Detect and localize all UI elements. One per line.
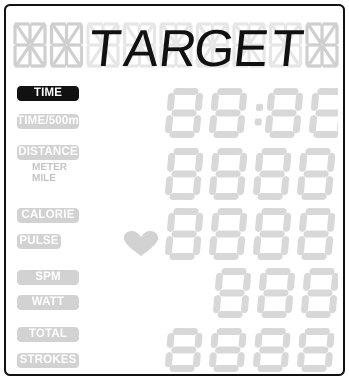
colon-dot (255, 103, 264, 111)
readout-total (165, 328, 335, 372)
label-watt: WATT (17, 295, 79, 310)
segment-digit (165, 88, 203, 138)
segment-digit (209, 208, 248, 260)
label-time: TIME (17, 86, 79, 101)
segment-digit (297, 328, 335, 372)
segment-digit (209, 328, 247, 372)
segment-digit (213, 268, 251, 318)
segment-digit (165, 148, 204, 200)
label-spm: SPM (17, 270, 79, 285)
segment-digit (253, 208, 292, 260)
title-letter: T (269, 20, 307, 74)
lcd-display: TARGET TIME TIME/500m DISTANCE METER MIL… (4, 4, 345, 376)
label-distance: DISTANCE (17, 145, 79, 160)
segment-digit (253, 148, 292, 200)
title-letter: E (231, 20, 272, 74)
segment-digit (165, 328, 203, 372)
readout-time (165, 88, 338, 138)
ghost-cell (305, 22, 339, 68)
title-row: TARGET (13, 20, 339, 74)
segment-digit (301, 268, 338, 318)
segment-digit (309, 88, 338, 138)
label-mile: MILE (32, 173, 56, 184)
readout-calorie (165, 208, 336, 260)
label-pulse: PULSE (17, 234, 61, 249)
title-letter: T (86, 20, 124, 74)
label-total: TOTAL (17, 327, 79, 342)
heart-icon (124, 231, 158, 256)
readout-spm (213, 268, 338, 318)
ghost-cell (13, 22, 47, 68)
segment-digit (253, 328, 291, 372)
segment-digit (165, 208, 204, 260)
colon-dot (254, 118, 262, 126)
segment-digit (297, 208, 336, 260)
title-letter: G (191, 20, 238, 74)
label-meter: METER (32, 162, 67, 173)
segment-digit (257, 268, 295, 318)
ghost-cell (49, 22, 84, 68)
segment-digit (265, 88, 303, 138)
segment-digit (297, 148, 336, 200)
readout-distance (165, 148, 336, 200)
title-letter: A (121, 20, 162, 74)
segment-digit (209, 148, 248, 200)
label-strokes: STROKES (17, 353, 79, 368)
segment-digit (209, 88, 247, 138)
label-time-500m: TIME/500m (17, 114, 79, 129)
label-calorie: CALORIE (17, 208, 79, 223)
